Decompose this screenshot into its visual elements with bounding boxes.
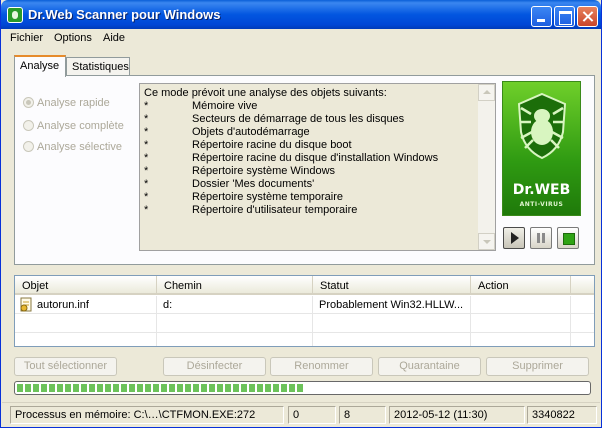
- cell-object: autorun.inf: [37, 299, 89, 311]
- scan-progress-bar: [14, 381, 591, 395]
- rename-button[interactable]: Renommer: [270, 357, 373, 376]
- analyse-panel: Analyse rapide Analyse complète Analyse …: [14, 75, 595, 265]
- status-process: Processus en mémoire: C:\…\CTFMON.EXE:27…: [10, 406, 284, 424]
- list-item: * Répertoire d'utilisateur temporaire: [144, 204, 358, 216]
- column-divider: [312, 296, 313, 346]
- list-item: * Répertoire système Windows: [144, 165, 336, 177]
- table-row[interactable]: autorun.inf d: Probablement Win32.HLLW..…: [15, 296, 594, 314]
- maximize-button[interactable]: [554, 6, 575, 27]
- menu-file[interactable]: Fichier: [10, 32, 43, 44]
- results-header: Objet Chemin Statut Action: [15, 276, 594, 295]
- logo-subtitle: ANTI-VIRUS: [519, 201, 564, 208]
- status-number: 3340822: [527, 406, 597, 424]
- row-divider: [15, 332, 594, 333]
- delete-button[interactable]: Supprimer: [486, 357, 589, 376]
- radio-indicator: [23, 120, 34, 131]
- title-bar[interactable]: Dr.Web Scanner pour Windows: [1, 0, 601, 29]
- scroll-up-icon[interactable]: [478, 84, 495, 101]
- stop-scan-button[interactable]: [557, 227, 579, 249]
- menu-help[interactable]: Aide: [103, 32, 125, 44]
- list-item: * Secteurs de démarrage de tous les disqu…: [144, 113, 405, 125]
- scroll-down-icon[interactable]: [478, 233, 495, 250]
- column-divider: [570, 296, 571, 346]
- list-item: * Répertoire racine du disque boot: [144, 139, 352, 151]
- tab-analyse[interactable]: Analyse: [14, 55, 66, 77]
- quarantine-button[interactable]: Quarantaine: [378, 357, 481, 376]
- spider-shield-icon: [517, 92, 567, 160]
- status-count-a: 0: [288, 406, 336, 424]
- column-header-action[interactable]: Action: [471, 276, 571, 295]
- select-all-button[interactable]: Tout sélectionner: [14, 357, 117, 376]
- column-divider: [470, 296, 471, 346]
- pause-scan-button[interactable]: [530, 227, 552, 249]
- column-header-status[interactable]: Statut: [313, 276, 471, 295]
- file-icon: [20, 297, 32, 312]
- list-item: * Répertoire système temporaire: [144, 191, 344, 203]
- close-button[interactable]: [577, 6, 598, 27]
- menu-options[interactable]: Options: [54, 32, 92, 44]
- radio-label: Analyse complète: [37, 120, 124, 132]
- status-count-b: 8: [339, 406, 386, 424]
- radio-indicator: [23, 141, 34, 152]
- status-datetime: 2012-05-12 (11:30): [389, 406, 525, 424]
- cell-status: Probablement Win32.HLLW...: [319, 299, 464, 311]
- cell-path: d:: [163, 299, 173, 311]
- radio-full-scan[interactable]: Analyse complète: [23, 120, 124, 132]
- results-list[interactable]: Objet Chemin Statut Action autorun.inf d…: [14, 275, 595, 347]
- scan-description-box: Ce mode prévoit une analyse des objets s…: [139, 83, 496, 251]
- logo-brand-text: Dr.WEB: [512, 182, 571, 198]
- radio-label: Analyse sélective: [37, 141, 122, 153]
- radio-label: Analyse rapide: [37, 97, 110, 109]
- progress-fill: [17, 384, 303, 392]
- column-header-path[interactable]: Chemin: [157, 276, 313, 295]
- status-bar: Processus en mémoire: C:\…\CTFMON.EXE:27…: [2, 402, 600, 426]
- disinfect-button[interactable]: Désinfecter: [163, 357, 266, 376]
- column-divider: [156, 296, 157, 346]
- list-item: * Mémoire vive: [144, 100, 258, 112]
- list-item: * Dossier 'Mes documents': [144, 178, 315, 190]
- menu-bar: Fichier Options Aide: [2, 29, 600, 49]
- drweb-app-icon: [7, 7, 23, 23]
- description-heading: Ce mode prévoit une analyse des objets s…: [144, 87, 387, 99]
- radio-indicator: [23, 97, 34, 108]
- drweb-logo: Dr.WEB ANTI-VIRUS: [502, 81, 581, 216]
- minimize-button[interactable]: [531, 6, 552, 27]
- list-item: * Répertoire racine du disque d'installat…: [144, 152, 439, 164]
- description-scrollbar[interactable]: [478, 84, 495, 250]
- column-header-object[interactable]: Objet: [15, 276, 157, 295]
- start-scan-button[interactable]: [503, 227, 525, 249]
- scan-description-text: Ce mode prévoit une analyse des objets s…: [144, 87, 474, 217]
- tab-statistiques[interactable]: Statistiques: [66, 57, 130, 77]
- scanner-window: Dr.Web Scanner pour Windows Fichier Opti…: [0, 0, 602, 428]
- radio-quick-scan[interactable]: Analyse rapide: [23, 97, 110, 109]
- window-title: Dr.Web Scanner pour Windows: [28, 7, 221, 22]
- list-item: * Objets d'autodémarrage: [144, 126, 310, 138]
- radio-custom-scan[interactable]: Analyse sélective: [23, 141, 122, 153]
